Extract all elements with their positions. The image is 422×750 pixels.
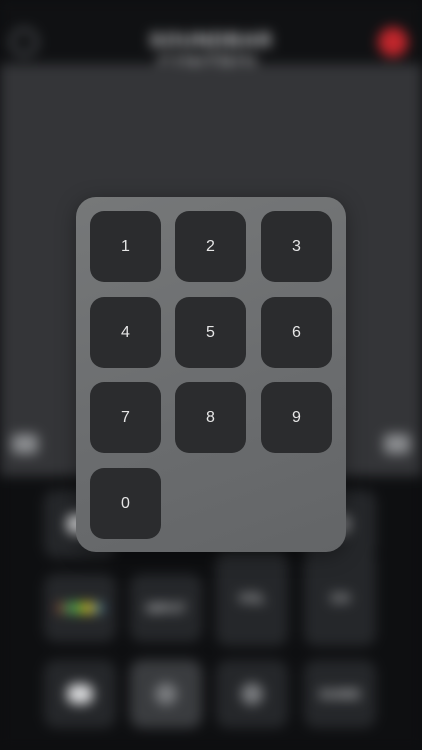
power-icon[interactable]	[378, 27, 408, 57]
top-bar: SOUNDBAR CONTROL	[0, 0, 422, 75]
number-keypad-panel: 1 2 3 4 5 6 7 8 9 0	[76, 197, 346, 552]
keypad-icon	[155, 683, 177, 705]
key-8[interactable]: 8	[175, 382, 246, 453]
menu-icon[interactable]	[384, 434, 410, 454]
volume-rocker[interactable]: VOL	[216, 550, 288, 646]
key-0[interactable]: 0	[90, 468, 161, 539]
apps-button[interactable]	[216, 660, 288, 728]
color-keys-icon	[57, 603, 103, 613]
input-button[interactable]: INPUT	[130, 574, 202, 642]
cast-button[interactable]	[44, 660, 116, 728]
key-1[interactable]: 1	[90, 211, 161, 282]
settings-icon[interactable]	[10, 28, 38, 56]
keypad-toggle-button[interactable]	[130, 660, 202, 728]
cast-icon	[67, 684, 93, 704]
key-6[interactable]: 6	[261, 297, 332, 368]
guide-button[interactable]: GUIDE	[304, 660, 376, 728]
key-4[interactable]: 4	[90, 297, 161, 368]
color-buttons[interactable]	[44, 574, 116, 642]
channel-rocker[interactable]: CH	[304, 550, 376, 646]
key-2[interactable]: 2	[175, 211, 246, 282]
apps-icon	[241, 683, 263, 705]
key-9[interactable]: 9	[261, 382, 332, 453]
key-5[interactable]: 5	[175, 297, 246, 368]
back-icon[interactable]	[12, 434, 38, 454]
key-7[interactable]: 7	[90, 382, 161, 453]
key-3[interactable]: 3	[261, 211, 332, 282]
